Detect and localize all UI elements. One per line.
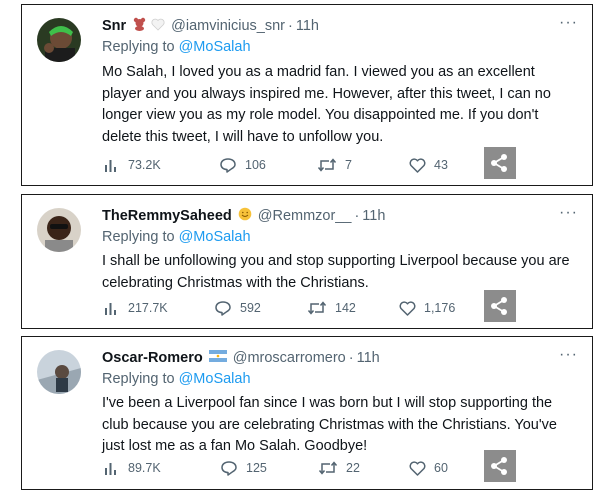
tweet-card[interactable]: Oscar-Romero @mroscarromero · 11h ··· Re… xyxy=(21,336,593,490)
tweet-text: Mo Salah, I loved you as a madrid fan. I… xyxy=(102,64,551,145)
retweet-button[interactable]: 142 xyxy=(307,296,356,320)
tweet-header: Snr @iamvinicius_snr · 11h ··· xyxy=(102,14,578,36)
display-name[interactable]: Oscar-Romero xyxy=(102,350,203,366)
like-count: 1,176 xyxy=(424,301,456,315)
reply-count: 125 xyxy=(246,461,267,475)
timestamp[interactable]: 11h xyxy=(362,208,385,224)
views-icon xyxy=(105,303,116,315)
views-button[interactable]: 73.2K xyxy=(104,153,161,177)
timestamp[interactable]: 11h xyxy=(296,18,319,34)
tweet-card[interactable]: TheRemmySaheed @Remmzor__ · 11h ··· Repl… xyxy=(21,194,593,329)
replying-to-label: Replying to xyxy=(102,39,175,55)
user-handle[interactable]: @Remmzor__ xyxy=(258,208,352,224)
share-icon xyxy=(491,297,507,315)
views-icon xyxy=(105,160,116,172)
tweet-header: TheRemmySaheed @Remmzor__ · 11h ··· xyxy=(102,204,578,226)
action-bar: 73.2K 106 7 43 xyxy=(104,147,574,179)
replying-to-label: Replying to xyxy=(102,371,175,387)
avatar[interactable] xyxy=(37,208,81,252)
reply-button[interactable]: 125 xyxy=(220,456,267,480)
retweet-icon xyxy=(307,301,327,315)
reply-count: 592 xyxy=(240,301,261,315)
reply-count: 106 xyxy=(245,158,266,172)
views-count: 89.7K xyxy=(128,461,161,475)
reply-mention-link[interactable]: @MoSalah xyxy=(179,39,251,55)
retweet-count: 142 xyxy=(335,301,356,315)
share-icon xyxy=(491,457,507,475)
like-count: 60 xyxy=(434,461,448,475)
like-button[interactable]: 60 xyxy=(409,456,448,480)
share-button[interactable] xyxy=(484,290,516,322)
argentina-flag-icon xyxy=(208,350,227,366)
reply-icon xyxy=(215,301,231,316)
user-handle[interactable]: @iamvinicius_snr xyxy=(171,18,285,34)
action-bar: 89.7K 125 22 60 xyxy=(104,450,574,482)
more-options-icon[interactable]: ··· xyxy=(559,14,578,32)
reply-icon xyxy=(221,461,237,476)
replying-to-label: Replying to xyxy=(102,229,175,245)
share-button[interactable] xyxy=(484,450,516,482)
avatar[interactable] xyxy=(37,18,81,62)
like-button[interactable]: 1,176 xyxy=(399,296,455,320)
user-handle[interactable]: @mroscarromero xyxy=(233,350,346,366)
heart-icon xyxy=(409,460,426,476)
views-button[interactable]: 217.7K xyxy=(104,296,168,320)
views-count: 217.7K xyxy=(128,301,168,315)
display-name[interactable]: Snr xyxy=(102,18,126,34)
share-icon xyxy=(491,154,507,172)
more-options-icon[interactable]: ··· xyxy=(559,346,578,364)
tweet-text: I shall be unfollowing you and stop supp… xyxy=(102,253,570,291)
timestamp[interactable]: 11h xyxy=(357,350,380,366)
retweet-count: 7 xyxy=(345,158,352,172)
reply-button[interactable]: 106 xyxy=(219,153,266,177)
separator-dot: · xyxy=(288,18,293,34)
white-heart-icon xyxy=(151,18,165,35)
tweet-card[interactable]: Snr @iamvinicius_snr · 11h ··· Replying … xyxy=(21,4,593,186)
replying-to: Replying to @MoSalah xyxy=(102,229,251,245)
action-bar: 217.7K 592 142 1,176 xyxy=(104,290,574,322)
avatar[interactable] xyxy=(37,350,81,394)
retweet-count: 22 xyxy=(346,461,360,475)
separator-dot: · xyxy=(354,208,360,224)
share-button[interactable] xyxy=(484,147,516,179)
heart-icon xyxy=(399,300,416,316)
heart-icon xyxy=(409,157,426,173)
more-options-icon[interactable]: ··· xyxy=(559,204,578,222)
replying-to: Replying to @MoSalah xyxy=(102,371,251,387)
views-count: 73.2K xyxy=(128,158,161,172)
teddy-bear-icon xyxy=(133,17,146,35)
reply-button[interactable]: 592 xyxy=(214,296,261,320)
views-icon xyxy=(105,463,116,475)
retweet-icon xyxy=(317,158,337,172)
retweet-icon xyxy=(318,461,338,475)
tweet-text: I've been a Liverpool fan since I was bo… xyxy=(102,395,557,454)
reply-icon xyxy=(220,158,236,173)
tweet-header: Oscar-Romero @mroscarromero · 11h ··· xyxy=(102,346,578,368)
retweet-button[interactable]: 22 xyxy=(318,456,360,480)
like-count: 43 xyxy=(434,158,448,172)
smiling-face-icon xyxy=(238,207,252,225)
like-button[interactable]: 43 xyxy=(409,153,448,177)
reply-mention-link[interactable]: @MoSalah xyxy=(179,371,251,387)
retweet-button[interactable]: 7 xyxy=(317,153,352,177)
reply-mention-link[interactable]: @MoSalah xyxy=(179,229,251,245)
separator-dot: · xyxy=(348,350,354,366)
display-name[interactable]: TheRemmySaheed xyxy=(102,208,232,224)
views-button[interactable]: 89.7K xyxy=(104,456,161,480)
replying-to: Replying to @MoSalah xyxy=(102,39,251,55)
